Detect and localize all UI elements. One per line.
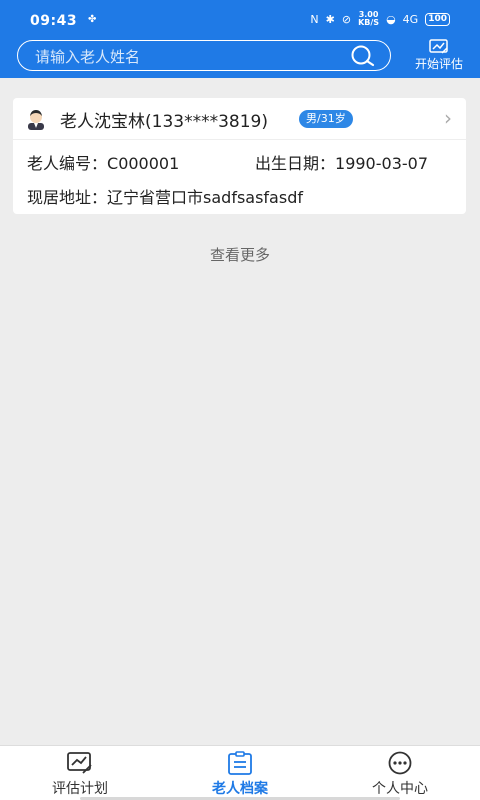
elder-card[interactable]: 老人沈宝林(133****3819) 男/31岁 › 老人编号：C000001 … <box>13 98 466 214</box>
elder-card-header[interactable]: 老人沈宝林(133****3819) 男/31岁 › <box>13 98 466 140</box>
tab-elder-records[interactable]: 老人档案 <box>160 746 320 800</box>
network-speed-unit: KB/S <box>358 18 380 27</box>
network-speed: 3.00 KB/S <box>358 11 379 27</box>
search-icon[interactable] <box>350 45 376 71</box>
address-label: 现居地址： <box>27 188 108 207</box>
address-value: 辽宁省营口市sadfsasfasdf <box>107 188 303 207</box>
signal-icon: 4G <box>402 12 419 26</box>
tab-elder-records-label: 老人档案 <box>212 781 268 797</box>
birth-date-label: 出生日期： <box>255 154 336 173</box>
search-bar[interactable]: 请输入老人姓名 <box>17 40 391 71</box>
elder-number: 老人编号：C000001 <box>27 150 179 174</box>
tab-personal-center[interactable]: 个人中心 <box>320 746 480 800</box>
nfc-icon: N <box>310 12 319 26</box>
start-assessment-button[interactable]: 开始评估 <box>406 38 472 74</box>
chat-bubble-icon <box>388 751 412 775</box>
gender-age-badge: 男/31岁 <box>299 110 353 128</box>
avatar-icon <box>28 110 44 130</box>
app-header: 09:43 ✤ N ✱ ⊘ 3.00 KB/S ◒ 4G 100 请输入老人姓名 <box>0 0 480 78</box>
clipboard-icon <box>228 751 252 775</box>
chart-board-icon <box>67 752 92 774</box>
search-input[interactable]: 请输入老人姓名 <box>35 46 140 67</box>
tab-personal-center-label: 个人中心 <box>372 781 428 797</box>
address: 现居地址：辽宁省营口市sadfsasfasdf <box>27 184 303 208</box>
battery-icon: 100 <box>425 12 450 26</box>
birth-date-value: 1990-03-07 <box>335 154 428 173</box>
assessment-icon <box>429 39 448 54</box>
chevron-right-icon[interactable]: › <box>444 106 452 130</box>
view-more-button[interactable]: 查看更多 <box>0 244 480 265</box>
status-icons: N ✱ ⊘ 3.00 KB/S ◒ 4G 100 <box>310 11 450 27</box>
tab-assessment-plan[interactable]: 评估计划 <box>0 746 160 800</box>
start-assessment-label: 开始评估 <box>414 57 463 71</box>
notification-icon: ✤ <box>88 14 97 25</box>
status-bar: 09:43 ✤ N ✱ ⊘ 3.00 KB/S ◒ 4G 100 <box>0 0 480 36</box>
elder-number-value: C000001 <box>107 154 180 173</box>
bluetooth-icon: ✱ <box>325 12 335 26</box>
status-time: 09:43 <box>30 13 78 29</box>
bottom-tab-bar: 评估计划 老人档案 个人中心 <box>0 745 480 800</box>
tab-assessment-plan-label: 评估计划 <box>52 781 108 797</box>
elder-number-label: 老人编号： <box>27 154 108 173</box>
wifi-icon: ◒ <box>386 12 396 26</box>
birth-date: 出生日期：1990-03-07 <box>255 150 428 174</box>
mute-icon: ⊘ <box>341 12 352 26</box>
elder-name: 老人沈宝林(133****3819) <box>60 112 268 132</box>
